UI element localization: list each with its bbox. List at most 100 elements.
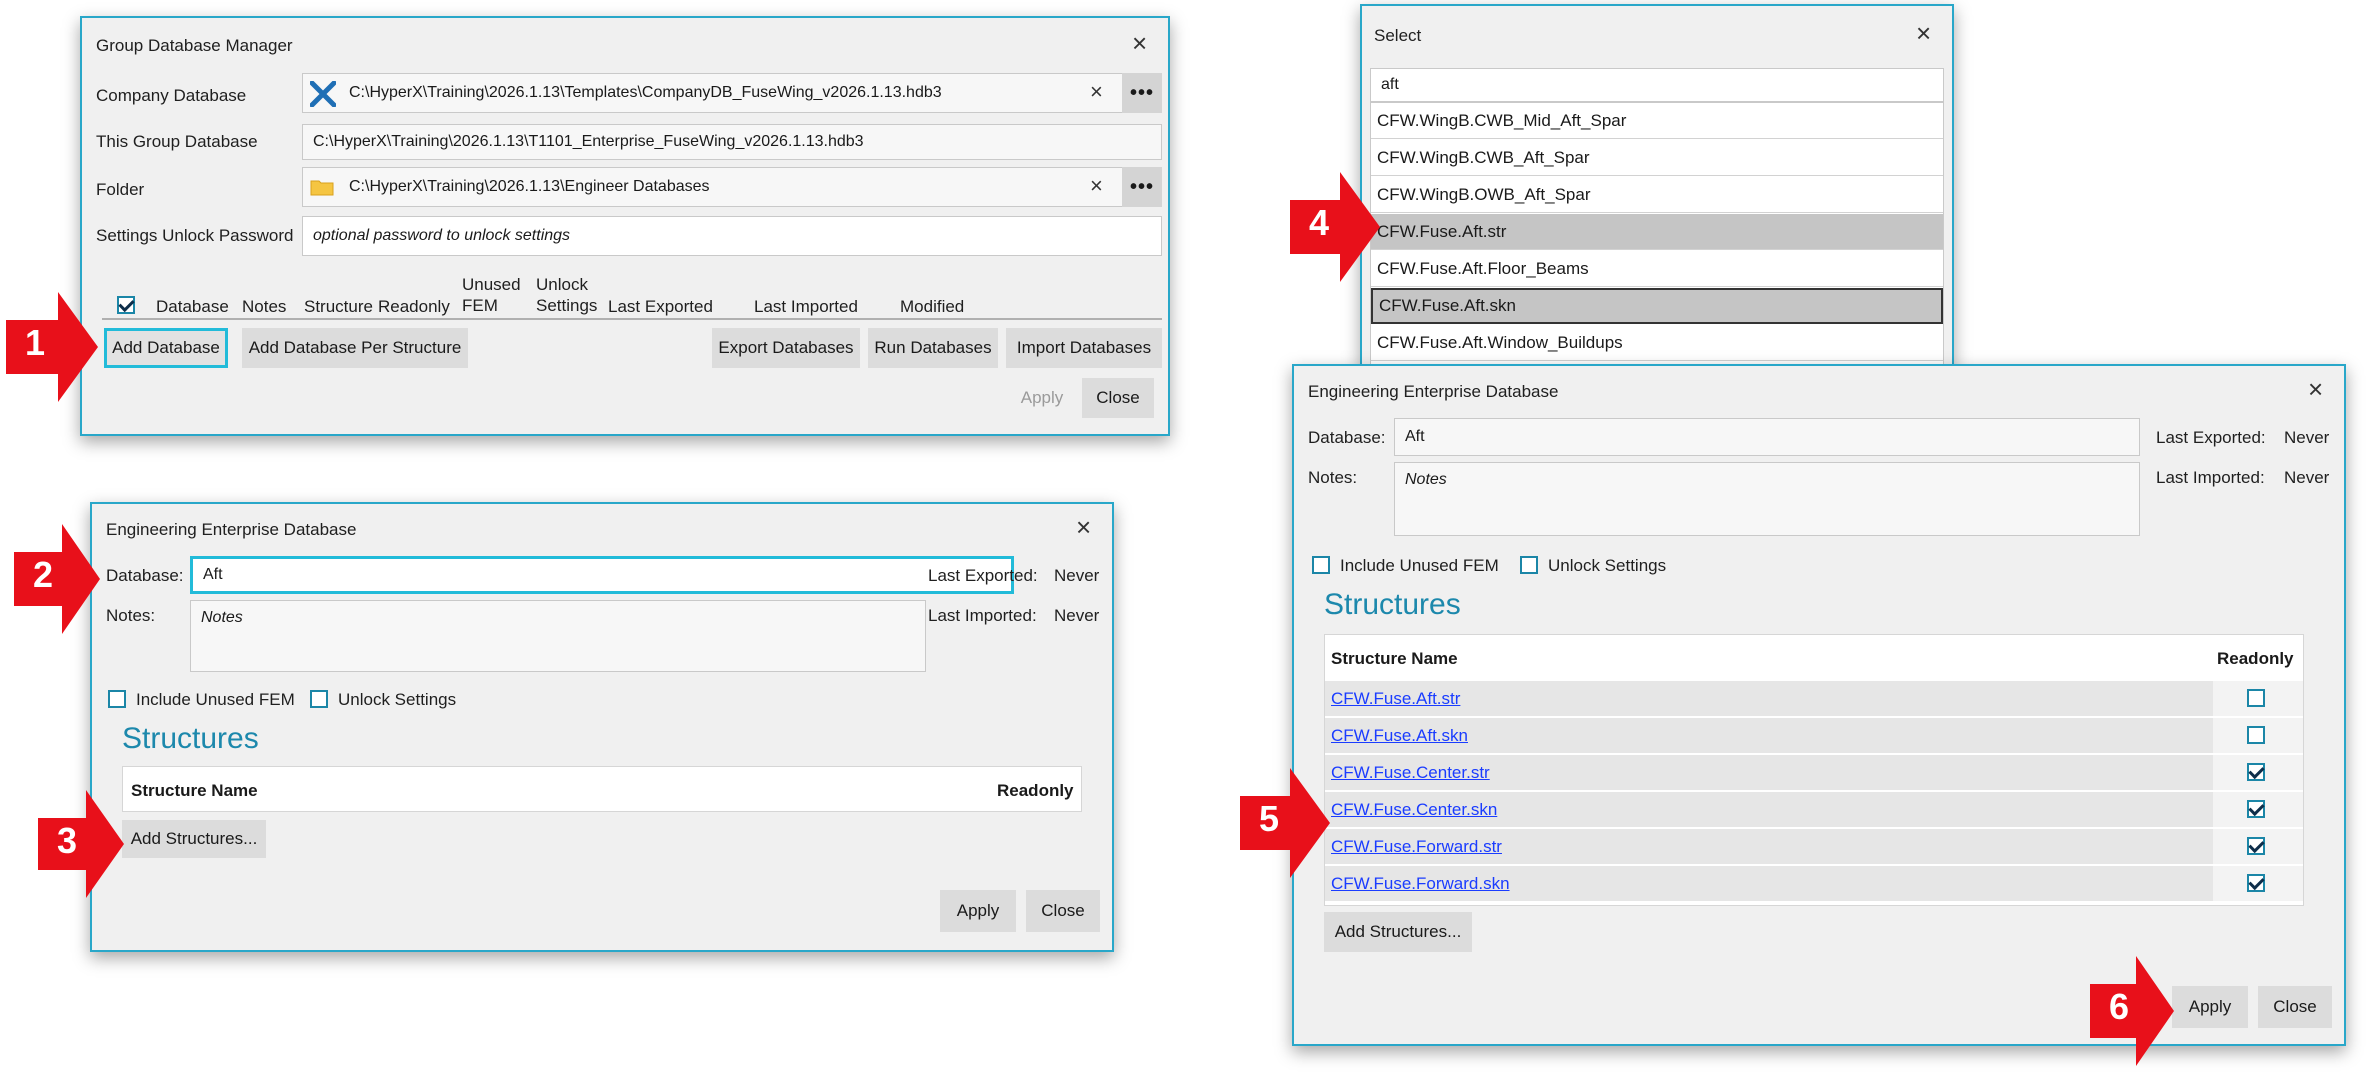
- folder-icon: [310, 180, 334, 196]
- table-row[interactable]: CFW.Fuse.Forward.str: [1325, 829, 2303, 865]
- search-input[interactable]: aft: [1370, 68, 1944, 102]
- settings-unlock-password-input[interactable]: optional password to unlock settings: [302, 216, 1162, 256]
- close-icon[interactable]: ×: [2308, 376, 2323, 402]
- step-callout-1: 1: [6, 292, 98, 402]
- column-readonly[interactable]: Readonly: [378, 296, 450, 317]
- readonly-checkbox[interactable]: [2247, 763, 2265, 781]
- unlock-settings-label: Unlock Settings: [338, 690, 457, 709]
- include-unused-fem-checkbox[interactable]: [1312, 556, 1330, 574]
- notes-label: Notes:: [106, 606, 156, 625]
- structure-link[interactable]: CFW.Fuse.Forward.str: [1331, 837, 1502, 857]
- column-unused-fem[interactable]: Unused FEM: [462, 274, 521, 316]
- last-exported-value: Never: [1054, 566, 1100, 585]
- list-item-selected[interactable]: CFW.Fuse.Aft.str: [1371, 214, 1943, 250]
- add-structures-button[interactable]: Add Structures...: [122, 820, 266, 858]
- export-databases-button[interactable]: Export Databases: [712, 328, 860, 368]
- close-button[interactable]: Close: [2258, 986, 2332, 1028]
- table-row[interactable]: CFW.Fuse.Center.str: [1325, 755, 2303, 791]
- last-exported-label: Last Exported:: [2156, 428, 2266, 447]
- include-unused-fem-checkbox[interactable]: [108, 690, 126, 708]
- close-button[interactable]: Close: [1026, 890, 1100, 932]
- database-name-input[interactable]: Aft: [190, 556, 1014, 594]
- structure-link[interactable]: CFW.Fuse.Aft.str: [1331, 689, 1460, 709]
- structure-link[interactable]: CFW.Fuse.Forward.skn: [1331, 874, 1510, 894]
- list-item[interactable]: CFW.WingB.CWB_Aft_Spar: [1371, 140, 1943, 176]
- structure-link[interactable]: CFW.Fuse.Aft.skn: [1331, 726, 1468, 746]
- run-databases-button[interactable]: Run Databases: [868, 328, 998, 368]
- unlock-settings-checkbox[interactable]: [310, 690, 328, 708]
- clear-company-database-icon[interactable]: ×: [1090, 79, 1103, 105]
- last-exported-label: Last Exported:: [928, 566, 1038, 585]
- close-icon[interactable]: ×: [1132, 30, 1147, 56]
- close-button[interactable]: Close: [1082, 378, 1154, 418]
- hyperx-logo-icon: [310, 81, 336, 107]
- close-icon[interactable]: ×: [1916, 20, 1931, 46]
- company-database-field[interactable]: C:\HyperX\Training\2026.1.13\Templates\C…: [302, 73, 1142, 113]
- last-imported-value: Never: [1054, 606, 1100, 625]
- structures-heading: Structures: [1324, 588, 1461, 621]
- add-database-button[interactable]: Add Database: [104, 328, 228, 368]
- clear-folder-icon[interactable]: ×: [1090, 173, 1103, 199]
- structure-link[interactable]: CFW.Fuse.Center.skn: [1331, 800, 1497, 820]
- readonly-checkbox[interactable]: [2247, 726, 2265, 744]
- database-name-input[interactable]: Aft: [1394, 418, 2140, 456]
- include-unused-fem-label: Include Unused FEM: [1340, 556, 1499, 575]
- column-unlock-settings[interactable]: Unlock Settings: [536, 274, 597, 316]
- apply-button[interactable]: Apply: [1000, 378, 1084, 418]
- list-item-selected[interactable]: CFW.Fuse.Aft.skn: [1371, 288, 1943, 324]
- column-database[interactable]: Database: [156, 296, 229, 317]
- list-item[interactable]: CFW.Fuse.Aft.Window_Buildups: [1371, 325, 1943, 361]
- structure-link[interactable]: CFW.Fuse.Center.str: [1331, 763, 1490, 783]
- browse-company-database-button[interactable]: •••: [1122, 73, 1162, 113]
- list-item[interactable]: CFW.WingB.CWB_Mid_Aft_Spar: [1371, 103, 1943, 139]
- group-database-field: C:\HyperX\Training\2026.1.13\T1101_Enter…: [302, 124, 1162, 160]
- column-readonly[interactable]: Readonly: [2217, 649, 2294, 669]
- table-row[interactable]: CFW.Fuse.Aft.str: [1325, 681, 2303, 717]
- column-structure-name[interactable]: Structure Name: [131, 781, 258, 801]
- last-exported-value: Never: [2284, 428, 2330, 447]
- readonly-checkbox[interactable]: [2247, 874, 2265, 892]
- table-row[interactable]: CFW.Fuse.Center.skn: [1325, 792, 2303, 828]
- last-imported-label: Last Imported:: [2156, 468, 2265, 487]
- last-imported-label: Last Imported:: [928, 606, 1037, 625]
- window-title: Select: [1374, 26, 1422, 45]
- notes-input[interactable]: Notes: [190, 600, 926, 672]
- readonly-checkbox[interactable]: [2247, 837, 2265, 855]
- include-unused-fem-label: Include Unused FEM: [136, 690, 295, 709]
- readonly-checkbox[interactable]: [2247, 800, 2265, 818]
- column-structure-name[interactable]: Structure Name: [1331, 649, 1458, 669]
- list-item[interactable]: CFW.WingB.OWB_Aft_Spar: [1371, 177, 1943, 213]
- window-title: Group Database Manager: [96, 36, 293, 55]
- step-callout-3: 3: [38, 790, 124, 898]
- browse-folder-button[interactable]: •••: [1122, 167, 1162, 207]
- table-row[interactable]: CFW.Fuse.Aft.skn: [1325, 718, 2303, 754]
- database-label: Database:: [1308, 428, 1386, 447]
- settings-unlock-password-label: Settings Unlock Password: [96, 226, 294, 245]
- select-all-checkbox[interactable]: [117, 296, 135, 314]
- apply-button[interactable]: Apply: [2172, 986, 2248, 1028]
- unlock-settings-checkbox[interactable]: [1520, 556, 1538, 574]
- column-structure[interactable]: Structure: [304, 296, 373, 317]
- column-last-exported[interactable]: Last Exported: [608, 296, 713, 317]
- add-structures-button[interactable]: Add Structures...: [1324, 912, 1472, 952]
- add-database-per-structure-button[interactable]: Add Database Per Structure: [242, 328, 468, 368]
- step-callout-5: 5: [1240, 768, 1330, 878]
- column-readonly[interactable]: Readonly: [997, 781, 1074, 801]
- import-databases-button[interactable]: Import Databases: [1006, 328, 1162, 368]
- folder-field[interactable]: C:\HyperX\Training\2026.1.13\Engineer Da…: [302, 167, 1142, 207]
- apply-button[interactable]: Apply: [940, 890, 1016, 932]
- readonly-checkbox[interactable]: [2247, 689, 2265, 707]
- column-modified[interactable]: Modified: [900, 296, 964, 317]
- structures-table: Structure Name Readonly CFW.Fuse.Aft.str…: [1324, 634, 2304, 906]
- select-window: Select × aft CFW.WingB.CWB_Mid_Aft_Spar …: [1360, 4, 1954, 370]
- unlock-settings-label: Unlock Settings: [1548, 556, 1667, 575]
- close-icon[interactable]: ×: [1076, 514, 1091, 540]
- step-callout-2: 2: [14, 524, 100, 634]
- notes-input[interactable]: Notes: [1394, 462, 2140, 536]
- folder-label: Folder: [96, 180, 145, 199]
- column-notes[interactable]: Notes: [242, 296, 286, 317]
- engineering-enterprise-database-window: Engineering Enterprise Database × Databa…: [90, 502, 1114, 952]
- list-item[interactable]: CFW.Fuse.Aft.Floor_Beams: [1371, 251, 1943, 287]
- table-row[interactable]: CFW.Fuse.Forward.skn: [1325, 866, 2303, 902]
- column-last-imported[interactable]: Last Imported: [754, 296, 858, 317]
